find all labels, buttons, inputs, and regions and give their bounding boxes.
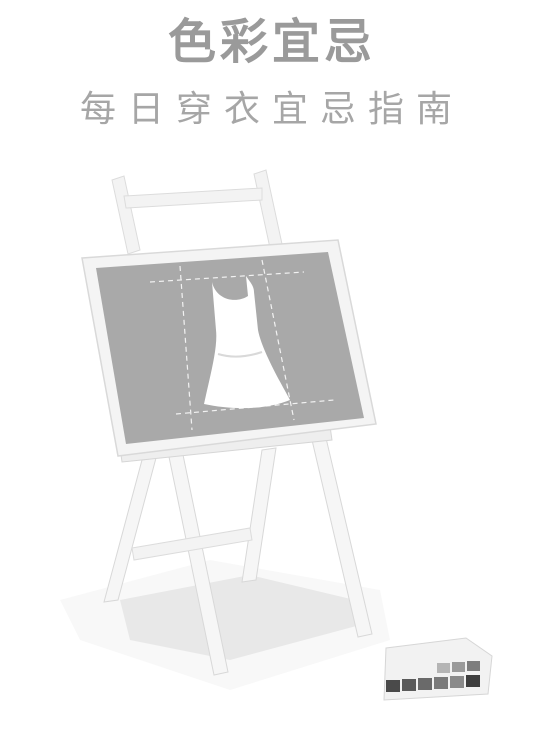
color-swatch-icon xyxy=(383,637,493,701)
page-title: 色彩宜忌 xyxy=(167,14,376,70)
easel-back-legs xyxy=(111,169,283,255)
page-subtitle: 每日穿衣宜忌指南 xyxy=(79,89,464,130)
easel-dress-icon xyxy=(60,169,493,701)
